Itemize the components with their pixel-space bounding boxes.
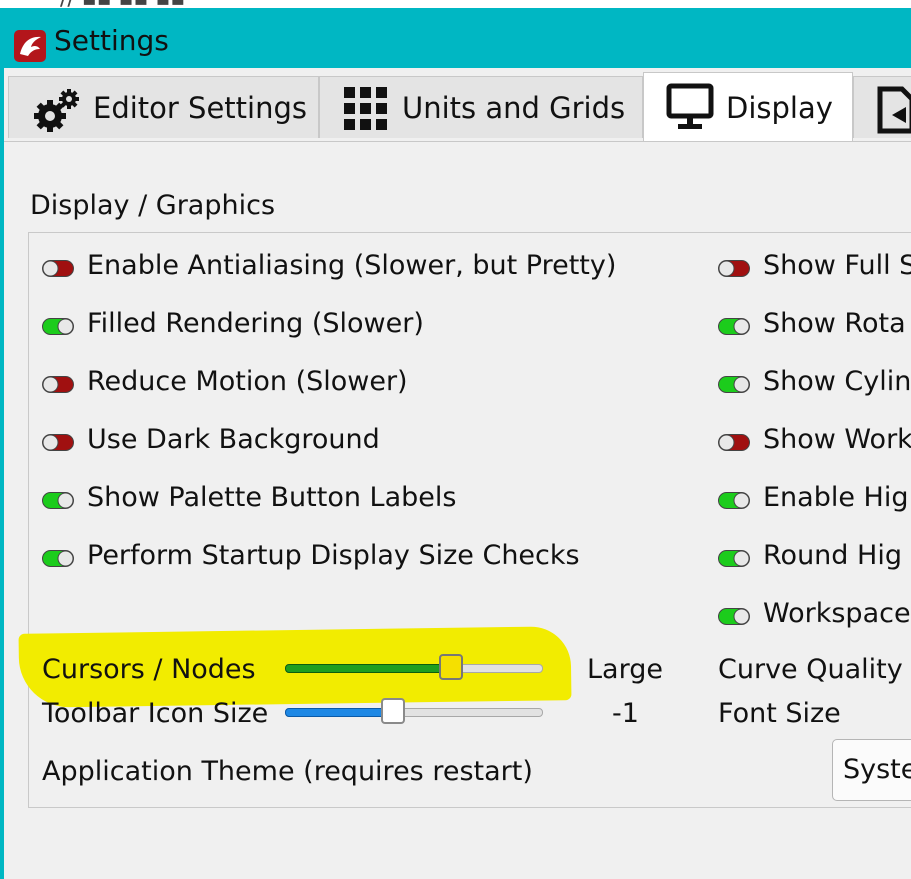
toolbar-icon-size-label: Toolbar Icon Size: [42, 698, 269, 729]
option-label: Show Rota: [763, 308, 906, 339]
group-title: Display / Graphics: [30, 190, 276, 221]
tab-display[interactable]: Display: [643, 72, 853, 142]
option-label: Enable Hig: [763, 482, 909, 513]
toggle-on-icon: [42, 492, 74, 509]
option-label: Filled Rendering (Slower): [87, 308, 424, 339]
option-label: Workspace: [763, 598, 911, 629]
tab-divider: [4, 141, 911, 142]
toggle-on-icon: [42, 318, 74, 335]
slider-fill: [285, 664, 445, 673]
option-label: Show Work: [763, 424, 911, 455]
title-bar[interactable]: Settings: [0, 8, 911, 68]
font-size-label: Font Size: [718, 698, 841, 729]
tab-units-and-grids[interactable]: Units and Grids: [319, 76, 643, 138]
tab-label: Display: [726, 91, 833, 125]
toggle-on-icon: [718, 608, 750, 625]
toggle-on-icon: [718, 492, 750, 509]
option-label: Show Palette Button Labels: [87, 482, 457, 513]
monitor-icon: [666, 83, 714, 129]
option-label: Perform Startup Display Size Checks: [87, 540, 580, 571]
toolbar-icon-size-value: -1: [612, 698, 639, 729]
cursors-nodes-value: Large: [587, 654, 663, 685]
tab-label: Editor Settings: [93, 91, 307, 125]
option-label: Reduce Motion (Slower): [87, 366, 408, 397]
cursors-nodes-label: Cursors / Nodes: [42, 654, 256, 685]
option-label: Round Hig: [763, 540, 902, 571]
tab-import[interactable]: [853, 76, 911, 138]
toggle-off-icon: [718, 260, 750, 277]
tab-label: Units and Grids: [402, 91, 626, 125]
grid-icon: [344, 87, 387, 130]
toggle-off-icon: [718, 434, 750, 451]
toggle-on-icon: [718, 318, 750, 335]
slider-handle[interactable]: [381, 698, 405, 724]
settings-window: Editor Settings Units and Grids Display: [4, 68, 911, 879]
toggle-off-icon: [42, 376, 74, 393]
background-window-strip: // ▪▪ ▪▪ ▪▪: [0, 0, 911, 8]
toggle-on-icon: [718, 550, 750, 567]
tab-editor-settings[interactable]: Editor Settings: [8, 76, 319, 138]
curve-quality-label: Curve Quality: [718, 654, 903, 685]
slider-handle[interactable]: [439, 654, 463, 680]
application-theme-label: Application Theme (requires restart): [42, 756, 533, 787]
application-theme-select[interactable]: Syste: [832, 739, 911, 801]
toggle-off-icon: [42, 260, 74, 277]
app-logo-icon: [14, 30, 46, 62]
slider-fill: [285, 708, 387, 717]
toggle-off-icon: [42, 434, 74, 451]
option-label: Use Dark Background: [87, 424, 380, 455]
toggle-on-icon: [718, 376, 750, 393]
toggle-on-icon: [42, 550, 74, 567]
option-label: Enable Antialiasing (Slower, but Pretty): [87, 250, 617, 281]
option-label: Show Cylin: [763, 366, 911, 397]
tab-bar: Editor Settings Units and Grids Display: [4, 68, 911, 142]
window-title: Settings: [54, 24, 169, 57]
toolbar-icon-size-slider[interactable]: [285, 698, 543, 728]
cursors-nodes-slider[interactable]: [285, 654, 543, 684]
import-icon: [877, 86, 911, 134]
option-label: Show Full S: [763, 250, 911, 281]
application-theme-selected: Syste: [843, 754, 911, 785]
gears-icon: [34, 89, 79, 132]
